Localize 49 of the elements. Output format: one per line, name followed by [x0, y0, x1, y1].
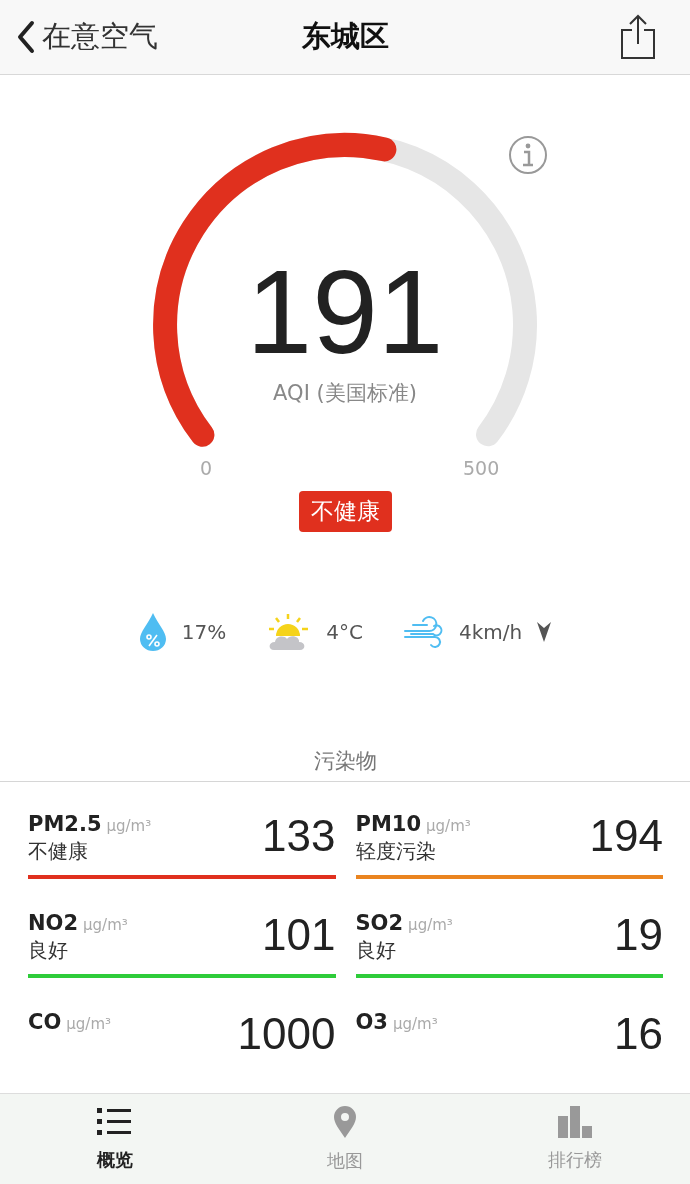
tab[interactable]: 概览: [0, 1094, 230, 1184]
aqi-label: AQI (美国标准): [272, 380, 418, 407]
share-icon[interactable]: [620, 14, 656, 60]
unit-label: µg/m³: [66, 1015, 111, 1033]
aqi-category-badge: 不健康: [298, 491, 392, 532]
info-icon[interactable]: [508, 135, 548, 175]
unit-label: µg/m³: [392, 1015, 438, 1033]
unit-label: µg/m³: [83, 916, 128, 934]
pollutant-value: 133: [262, 812, 336, 861]
unit-label: µg/m³: [426, 817, 471, 835]
page-title: 东城区: [301, 18, 389, 55]
back-button[interactable]: 在意空气: [16, 17, 158, 57]
pollutant-card[interactable]: O3 µg/m³ 16: [355, 1010, 663, 1059]
pollutant-name: O3: [355, 1010, 388, 1034]
weather-reading: 4°C: [326, 620, 363, 644]
weather-reading: 17%: [181, 620, 227, 644]
list-icon: [97, 1106, 133, 1138]
unit-label: µg/m³: [106, 817, 152, 835]
scale-min: 0: [200, 457, 213, 479]
wind-icon: [402, 615, 445, 649]
pollutant-card[interactable]: NO2 µg/m³ 良好 101: [28, 911, 336, 978]
map-pin-icon: [333, 1105, 357, 1139]
unit-label: µg/m³: [408, 916, 453, 934]
pollutant-name: NO2: [28, 911, 79, 935]
pollutant-name: PM2.5: [28, 812, 102, 836]
pollutant-value: 16: [614, 1010, 663, 1059]
pollutant-card[interactable]: PM2.5 µg/m³ 不健康 133: [28, 812, 336, 879]
pollutant-value: 19: [614, 911, 663, 960]
back-chevron-icon: [16, 20, 36, 54]
pollutant-value: 1000: [237, 1010, 336, 1059]
pollutant-name: SO2: [355, 911, 404, 935]
pollutant-card[interactable]: PM10 µg/m³ 轻度污染 194: [355, 812, 663, 879]
pollutant-value: 194: [589, 812, 663, 861]
pollutant-card[interactable]: SO2 µg/m³ 良好 19: [355, 911, 663, 978]
scale-max: 500: [463, 457, 500, 479]
wind-direction-icon: [536, 621, 553, 643]
section-heading: 污染物: [0, 747, 690, 782]
pollutant-name: CO: [28, 1010, 62, 1034]
weather-reading: 4km/h: [458, 620, 523, 644]
bar-chart-icon: [558, 1106, 592, 1138]
aqi-value: 191: [245, 253, 445, 371]
pollutant-card[interactable]: CO µg/m³ 1000: [28, 1010, 336, 1059]
pollutant-value: 101: [262, 911, 336, 960]
pollutant-status: 良好: [355, 937, 397, 964]
pollutant-status: 轻度污染: [355, 838, 437, 865]
pollutant-status: 不健康: [28, 838, 89, 865]
pollutant-name: PM10: [355, 812, 421, 836]
humidity-drop-icon: [137, 612, 168, 652]
pollutant-status: 良好: [28, 937, 69, 964]
